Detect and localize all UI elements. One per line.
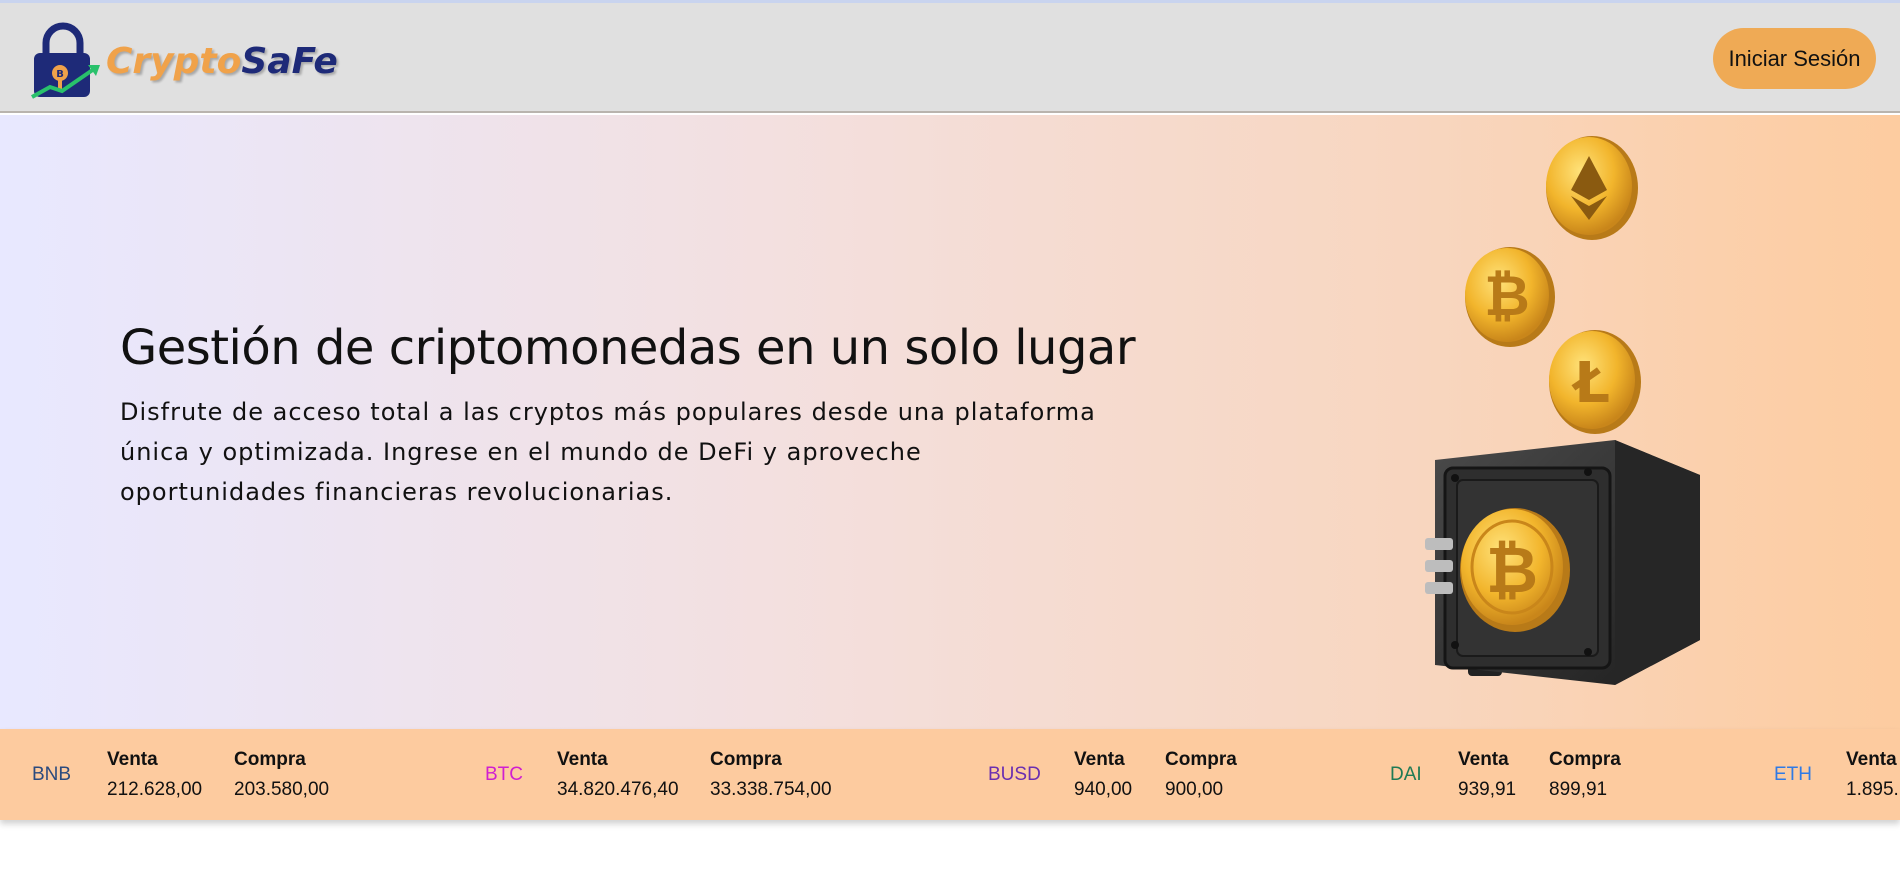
bitcoin-coin-icon: ₿ [1465, 247, 1555, 347]
ticker-symbol: BTC [485, 764, 523, 785]
ethereum-coin-icon [1546, 136, 1638, 240]
price-ticker: BNB Venta 212.628,00 Compra 203.580,00 BTC… [0, 729, 1900, 820]
buy-price: Compra 203.580,00 [234, 749, 330, 800]
buy-price: Compra 33.338.754,00 [710, 749, 832, 800]
svg-text:₿: ₿ [1486, 534, 1538, 608]
safe-icon: ₿ [1425, 440, 1700, 685]
brand-logo[interactable]: B CryptoSaFe [30, 21, 338, 101]
hero-title: Gestión de criptomonedas en un solo luga… [120, 320, 1136, 376]
login-button[interactable]: Iniciar Sesión [1713, 28, 1876, 89]
brand-wordmark: CryptoSaFe [106, 40, 338, 82]
buy-price: Compra 899,91 [1549, 749, 1621, 800]
ticker-symbol: DAI [1390, 764, 1422, 785]
ticker-symbol: BNB [32, 764, 72, 785]
hero-section: Gestión de criptomonedas en un solo luga… [0, 115, 1900, 729]
sell-price: Venta 939,91 [1458, 749, 1517, 800]
padlock-logo-icon: B [31, 22, 100, 99]
svg-text:B: B [56, 69, 64, 80]
ticker-symbol: BUSD [988, 764, 1041, 785]
buy-price: Compra 900,00 [1165, 749, 1237, 800]
svg-text:₿: ₿ [1484, 264, 1530, 329]
sell-price: Venta 212.628,00 [107, 749, 203, 800]
safe-with-coins-illustration: ₿ Ł ₿ [1425, 136, 1700, 685]
sell-price: Venta 34.820.476,40 [557, 749, 679, 800]
sell-price: Venta 940,00 [1074, 749, 1133, 800]
sell-price: Venta 1.895. [1846, 749, 1899, 800]
site-header: B CryptoSaFe Iniciar Sesión [0, 3, 1900, 113]
ticker-symbol: ETH [1774, 764, 1812, 785]
svg-text:Ł: Ł [1571, 351, 1610, 416]
litecoin-coin-icon: Ł [1549, 330, 1641, 434]
hero-description: Disfrute de acceso total a las cryptos m… [120, 398, 1096, 506]
